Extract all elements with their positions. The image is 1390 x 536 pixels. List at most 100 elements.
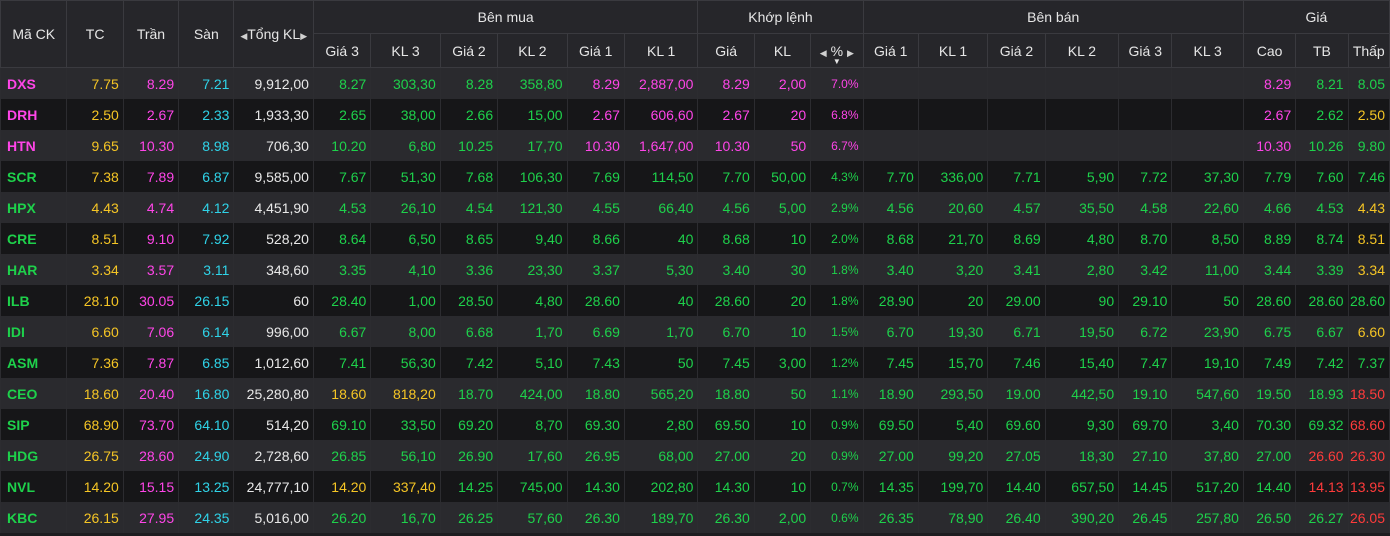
- symbol-cell[interactable]: DRH: [0, 99, 68, 130]
- buy-price-3-cell: 8.64: [312, 223, 372, 254]
- match-vol-cell: 10: [753, 316, 812, 347]
- table-row[interactable]: DRH 2.50 2.67 2.33 1,933,30 2.65 38,00 2.66 15,0…: [0, 99, 1390, 130]
- table-row[interactable]: CEO 18.60 20.40 16.80 25,280,80 18.60 818,20 18…: [0, 378, 1390, 409]
- symbol-cell[interactable]: CEO: [0, 378, 68, 409]
- caret-right-icon[interactable]: ▶: [300, 31, 307, 41]
- col-header-floor[interactable]: Sàn: [178, 0, 235, 68]
- match-vol-cell: 2,00: [753, 502, 812, 533]
- buy-vol-3-cell: 56,30: [370, 347, 441, 378]
- col-header-buy-price-2[interactable]: Giá 2: [439, 33, 499, 68]
- floor-price-cell: 6.87: [178, 161, 235, 192]
- col-header-sell-price-1[interactable]: Giá 1: [862, 33, 919, 68]
- sell-price-1-cell: 28.90: [862, 285, 919, 316]
- table-row[interactable]: DXS 7.75 8.29 7.21 9,912,00 8.27 303,30 8.28 358…: [0, 67, 1390, 99]
- sell-price-3-cell: 8.70: [1118, 223, 1173, 254]
- buy-price-3-cell: 28.40: [312, 285, 372, 316]
- symbol-cell[interactable]: IDI: [0, 316, 68, 347]
- buy-price-2-cell: 3.36: [439, 254, 499, 285]
- ceiling-price-cell: 7.06: [122, 316, 180, 347]
- table-row[interactable]: HTN 9.65 10.30 8.98 706,30 10.20 6,80 10.25 17,7…: [0, 130, 1390, 161]
- table-row[interactable]: SIP 68.90 73.70 64.10 514,20 69.10 33,50 69.20 8…: [0, 409, 1390, 440]
- table-row[interactable]: HAR 3.34 3.57 3.11 348,60 3.35 4,10 3.36 23,30 3.…: [0, 254, 1390, 285]
- symbol-cell[interactable]: SCR: [0, 161, 68, 192]
- col-header-total-volume[interactable]: ◀Tổng KL▶: [233, 0, 314, 68]
- symbol-cell[interactable]: SIP: [0, 409, 68, 440]
- col-header-sell-price-2[interactable]: Giá 2: [987, 33, 1046, 68]
- col-header-sell-price-3[interactable]: Giá 3: [1118, 33, 1173, 68]
- sell-price-3-cell: 27.10: [1118, 440, 1173, 471]
- buy-vol-1-cell: 565,20: [623, 378, 699, 409]
- sell-vol-3-cell: [1171, 130, 1244, 161]
- col-header-high[interactable]: Cao: [1242, 33, 1297, 68]
- ceiling-price-cell: 4.74: [122, 192, 180, 223]
- sell-price-1-cell: 3.40: [862, 254, 919, 285]
- sell-vol-1-cell: [917, 99, 989, 130]
- buy-price-1-cell: 6.69: [566, 316, 625, 347]
- sell-vol-2-cell: 90: [1044, 285, 1120, 316]
- col-header-buy-vol-2[interactable]: KL 2: [497, 33, 568, 68]
- sell-vol-3-cell: 37,80: [1171, 440, 1244, 471]
- symbol-cell[interactable]: KBC: [0, 502, 68, 533]
- symbol-cell[interactable]: HAR: [0, 254, 68, 285]
- caret-right-icon[interactable]: ▶: [847, 48, 854, 58]
- table-row[interactable]: ILB 28.10 30.05 26.15 60 28.40 1,00 28.50 4,80 28…: [0, 285, 1390, 316]
- symbol-cell[interactable]: DXS: [0, 67, 68, 99]
- col-header-buy-vol-3[interactable]: KL 3: [370, 33, 441, 68]
- buy-vol-2-cell: 745,00: [497, 471, 568, 502]
- floor-price-cell: 24.90: [178, 440, 235, 471]
- sell-price-2-cell: 7.71: [987, 161, 1046, 192]
- buy-price-3-cell: 2.65: [312, 99, 372, 130]
- col-header-ref[interactable]: TC: [66, 0, 124, 68]
- table-row[interactable]: IDI 6.60 7.06 6.14 996,00 6.67 8,00 6.68 1,70 6.6…: [0, 316, 1390, 347]
- col-header-symbol[interactable]: Mã CK: [0, 0, 68, 68]
- table-row[interactable]: SCR 7.38 7.89 6.87 9,585,00 7.67 51,30 7.68 106,…: [0, 161, 1390, 192]
- sell-vol-1-cell: 293,50: [917, 378, 989, 409]
- symbol-cell[interactable]: HTN: [0, 130, 68, 161]
- symbol-cell[interactable]: NVL: [0, 471, 68, 502]
- symbol-cell[interactable]: HDG: [0, 440, 68, 471]
- low-price-cell: 68.60: [1347, 409, 1390, 440]
- buy-vol-1-cell: 5,30: [623, 254, 699, 285]
- col-header-sell-vol-3[interactable]: KL 3: [1171, 33, 1244, 68]
- sell-vol-2-cell: 657,50: [1044, 471, 1120, 502]
- change-pct-cell: 1.8%: [810, 285, 864, 316]
- match-price-cell: 3.40: [697, 254, 755, 285]
- low-price-cell: 6.60: [1347, 316, 1390, 347]
- group-header-match: Khớp lệnh: [697, 0, 864, 34]
- col-header-match-vol[interactable]: KL: [753, 33, 812, 68]
- table-row[interactable]: HPX 4.43 4.74 4.12 4,451,90 4.53 26,10 4.54 121,…: [0, 192, 1390, 223]
- sell-price-1-cell: 6.70: [862, 316, 919, 347]
- col-header-buy-vol-1[interactable]: KL 1: [623, 33, 699, 68]
- match-vol-cell: 10: [753, 223, 812, 254]
- caret-left-icon[interactable]: ◀: [820, 48, 827, 58]
- sell-vol-3-cell: 50: [1171, 285, 1244, 316]
- table-row[interactable]: KBC 26.15 27.95 24.35 5,016,00 26.20 16,70 26.2…: [0, 502, 1390, 533]
- col-header-buy-price-1[interactable]: Giá 1: [566, 33, 625, 68]
- ref-price-cell: 14.20: [66, 471, 124, 502]
- low-price-cell: 7.37: [1347, 347, 1390, 378]
- symbol-cell[interactable]: ASM: [0, 347, 68, 378]
- col-header-buy-price-3[interactable]: Giá 3: [312, 33, 372, 68]
- col-header-change-pct[interactable]: ◀ % ▶ ▼: [810, 33, 864, 68]
- col-header-average[interactable]: TB: [1295, 33, 1349, 68]
- col-header-low[interactable]: Thấp: [1347, 33, 1390, 68]
- low-price-cell: 28.60: [1347, 285, 1390, 316]
- symbol-cell[interactable]: HPX: [0, 192, 68, 223]
- average-price-cell: 2.62: [1295, 99, 1349, 130]
- buy-vol-2-cell: 17,70: [497, 130, 568, 161]
- table-row[interactable]: CRE 8.51 9.10 7.92 528,20 8.64 6,50 8.65 9,40 8.6…: [0, 223, 1390, 254]
- col-header-match-price[interactable]: Giá: [697, 33, 755, 68]
- table-row[interactable]: NVL 14.20 15.15 13.25 24,777,10 14.20 337,40 14…: [0, 471, 1390, 502]
- symbol-cell[interactable]: ILB: [0, 285, 68, 316]
- buy-price-1-cell: 26.95: [566, 440, 625, 471]
- ceiling-price-cell: 9.10: [122, 223, 180, 254]
- match-price-cell: 28.60: [697, 285, 755, 316]
- symbol-cell[interactable]: CRE: [0, 223, 68, 254]
- col-header-sell-vol-1[interactable]: KL 1: [917, 33, 989, 68]
- average-price-cell: 26.27: [1295, 502, 1349, 533]
- col-header-ceiling[interactable]: Trần: [122, 0, 180, 68]
- sell-vol-2-cell: 18,30: [1044, 440, 1120, 471]
- table-row[interactable]: ASM 7.36 7.87 6.85 1,012,60 7.41 56,30 7.42 5,10…: [0, 347, 1390, 378]
- col-header-sell-vol-2[interactable]: KL 2: [1044, 33, 1120, 68]
- table-row[interactable]: HDG 26.75 28.60 24.90 2,728,60 26.85 56,10 26.9…: [0, 440, 1390, 471]
